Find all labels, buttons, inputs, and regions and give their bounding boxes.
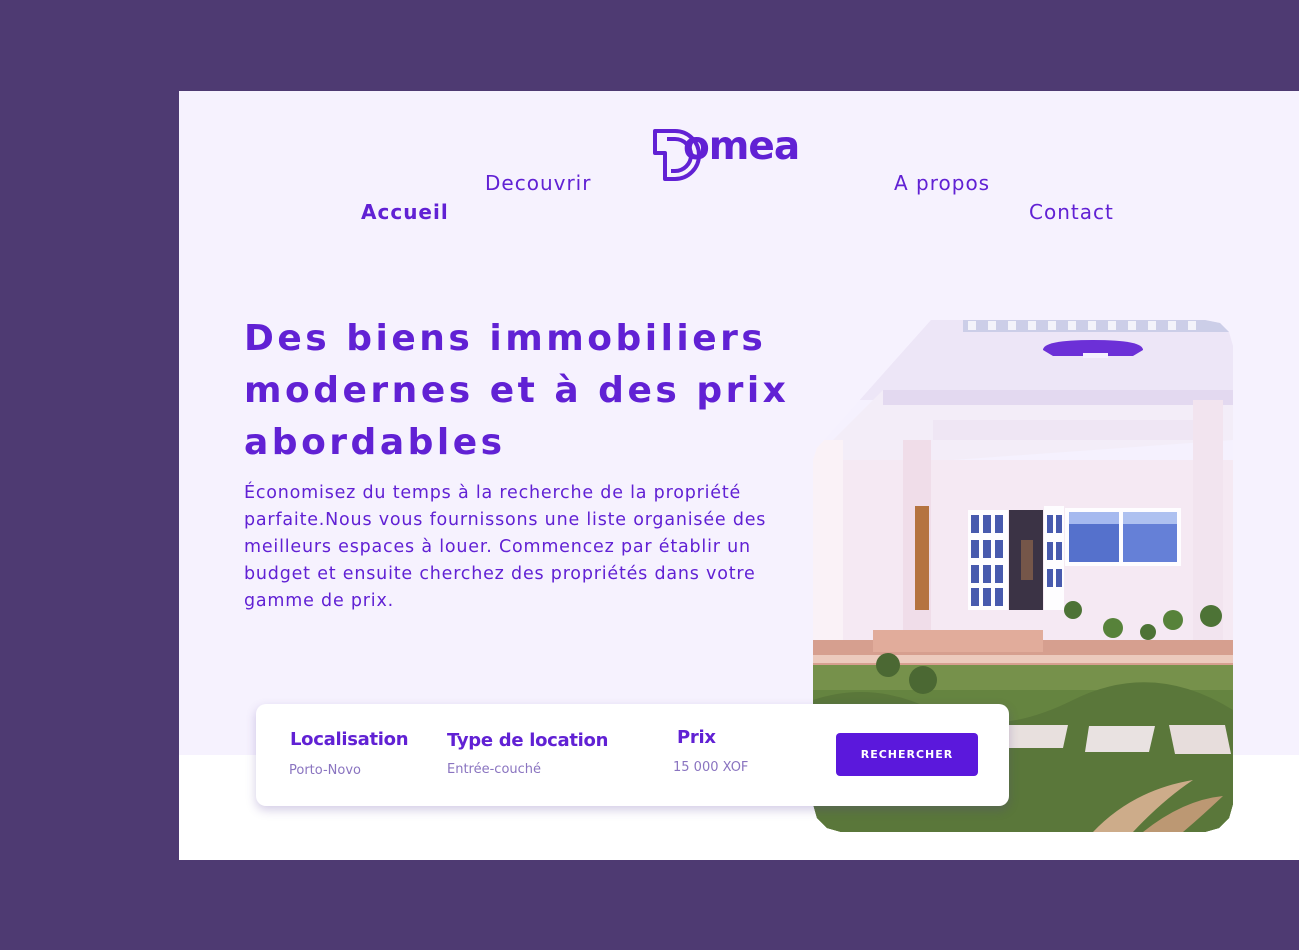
nav-contact[interactable]: Contact [1029,200,1114,224]
nav-decouvrir[interactable]: Decouvrir [485,171,591,195]
price-label: Prix [677,727,716,748]
search-button[interactable]: RECHERCHER [836,733,978,776]
price-input[interactable]: 15 000 XOF [673,760,748,775]
logo-wordmark: omea [683,124,800,169]
search-card: Localisation Porto-Novo Type de location… [256,704,1009,806]
location-input[interactable]: Porto-Novo [289,763,361,778]
hero-title: Des biens immobiliers modernes et à des … [244,318,790,463]
nav-apropos[interactable]: A propos [894,171,990,195]
rental-type-input[interactable]: Entrée-couché [447,762,541,777]
hero-description: Économisez du temps à la recherche de la… [244,483,767,611]
rental-type-label: Type de location [447,730,609,751]
location-label: Localisation [290,729,409,750]
domea-logo[interactable]: omea [653,124,828,185]
landing-page: Accueil Decouvrir A propos Contact omea … [179,91,1299,860]
nav-accueil[interactable]: Accueil [361,200,449,224]
